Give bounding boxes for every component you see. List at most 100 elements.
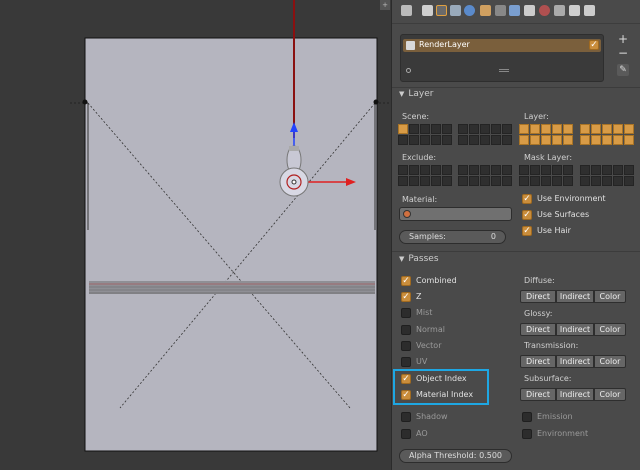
pass-label: UV (416, 357, 428, 366)
pass-checkbox[interactable] (401, 412, 411, 422)
scene-icon[interactable] (450, 5, 461, 16)
use-surfaces-check[interactable]: ✓ (522, 210, 532, 220)
collapse-triangle-icon: ▼ (399, 90, 405, 98)
render-layers-icon[interactable] (436, 5, 447, 16)
particles-icon[interactable] (569, 5, 580, 16)
use-hair-label: Use Hair (537, 226, 571, 235)
environment-check[interactable] (522, 429, 532, 439)
use-surfaces-label: Use Surfaces (537, 210, 590, 219)
render-layer-icon (406, 41, 415, 50)
context-tabs (392, 0, 640, 24)
pass-checkbox[interactable] (401, 429, 411, 439)
pass-label: Combined (416, 276, 457, 285)
environment-label: Environment (537, 429, 589, 438)
physics-icon[interactable] (584, 5, 595, 16)
add-layer-button[interactable]: + (617, 33, 629, 45)
use-environment-label: Use Environment (537, 194, 606, 203)
pass-color-button[interactable]: Color (594, 323, 626, 336)
emission-label: Emission (537, 412, 573, 421)
pass-group-buttons: Direct Indirect Color (520, 323, 626, 336)
pass-color-button[interactable]: Color (594, 290, 626, 303)
render-layer-item[interactable]: RenderLayer ✓ (403, 39, 601, 52)
render-layer-enable-checkbox[interactable]: ✓ (589, 40, 599, 50)
texture-icon[interactable] (554, 5, 565, 16)
layer-panel-header[interactable]: ▼ Layer (392, 89, 640, 104)
mask-layer-grid-a[interactable] (519, 165, 573, 186)
alpha-threshold-field[interactable]: Alpha Threshold: 0.500 (399, 449, 512, 463)
scene-label: Scene: (402, 112, 430, 121)
material-label: Material: (402, 195, 438, 204)
pass-label: AO (416, 429, 428, 438)
object-icon[interactable] (480, 5, 491, 16)
mask-layer-grid-b[interactable] (580, 165, 634, 186)
exclude-grid-a[interactable] (398, 165, 452, 186)
samples-label: Samples: (409, 232, 446, 241)
viewport-canvas (70, 0, 390, 452)
material-field[interactable] (399, 207, 512, 221)
collapse-triangle-icon: ▼ (399, 255, 405, 263)
pin-icon[interactable]: ✎ (617, 64, 629, 76)
pass-group-buttons: Direct Indirect Color (520, 355, 626, 368)
pass-indirect-button[interactable]: Indirect (556, 388, 594, 401)
exclude-grid-b[interactable] (458, 165, 512, 186)
samples-value: 0 (490, 232, 496, 241)
pass-label: Z (416, 292, 422, 301)
pass-color-button[interactable]: Color (594, 355, 626, 368)
world-icon[interactable] (464, 5, 475, 16)
scene-layers-grid-a[interactable] (398, 124, 452, 145)
layer-panel-title: Layer (408, 89, 434, 99)
pass-direct-button[interactable]: Direct (520, 355, 556, 368)
pass-label: Shadow (416, 412, 448, 421)
pass-group-buttons: Direct Indirect Color (520, 388, 626, 401)
emission-check[interactable] (522, 412, 532, 422)
render-layer-list[interactable]: RenderLayer ✓ (400, 34, 604, 82)
data-icon[interactable] (524, 5, 535, 16)
highlight-box (393, 369, 489, 405)
viewport-corner-button[interactable]: + (380, 0, 390, 10)
pass-group-label: Diffuse: (524, 276, 555, 285)
pass-direct-button[interactable]: Direct (520, 323, 556, 336)
layer-label: Layer: (524, 112, 549, 121)
pass-checkbox[interactable]: ✓ (401, 276, 411, 286)
pass-group-label: Transmission: (524, 341, 579, 350)
constraints-icon[interactable] (495, 5, 506, 16)
modifiers-icon[interactable] (509, 5, 520, 16)
layer-grid-a[interactable] (519, 124, 573, 145)
pass-checkbox[interactable] (401, 341, 411, 351)
exclude-label: Exclude: (402, 153, 437, 162)
pass-direct-button[interactable]: Direct (520, 290, 556, 303)
samples-field[interactable]: Samples: 0 (399, 230, 506, 244)
layer-grid-b[interactable] (580, 124, 634, 145)
render-icon[interactable] (422, 5, 433, 16)
pass-color-button[interactable]: Color (594, 388, 626, 401)
pass-group-buttons: Direct Indirect Color (520, 290, 626, 303)
pass-indirect-button[interactable]: Indirect (556, 355, 594, 368)
pass-checkbox[interactable] (401, 308, 411, 318)
pass-label: Normal (416, 325, 445, 334)
pass-indirect-button[interactable]: Indirect (556, 290, 594, 303)
pass-checkbox[interactable] (401, 357, 411, 367)
remove-layer-button[interactable]: − (617, 47, 629, 59)
scene-layers-grid-b[interactable] (458, 124, 512, 145)
3d-viewport[interactable]: + (0, 0, 390, 470)
alpha-threshold-value: 0.500 (479, 451, 502, 460)
ground-plane (89, 281, 375, 294)
render-layer-name: RenderLayer (419, 40, 470, 49)
use-hair-check[interactable]: ✓ (522, 226, 532, 236)
alpha-threshold-label: Alpha Threshold: (409, 451, 477, 460)
list-filter-icon[interactable] (406, 68, 411, 73)
pass-group-label: Glossy: (524, 309, 553, 318)
material-icon (403, 210, 411, 218)
use-environment-check[interactable]: ✓ (522, 194, 532, 204)
pass-indirect-button[interactable]: Indirect (556, 323, 594, 336)
material-icon[interactable] (539, 5, 550, 16)
pass-checkbox[interactable]: ✓ (401, 292, 411, 302)
editor-type-icon[interactable] (401, 5, 412, 16)
light-handle (82, 99, 88, 105)
pass-direct-button[interactable]: Direct (520, 388, 556, 401)
pass-checkbox[interactable] (401, 325, 411, 335)
passes-panel-title: Passes (408, 254, 439, 264)
pass-label: Vector (416, 341, 442, 350)
list-resize-handle[interactable] (499, 69, 509, 72)
passes-panel-header[interactable]: ▼ Passes (392, 254, 640, 269)
